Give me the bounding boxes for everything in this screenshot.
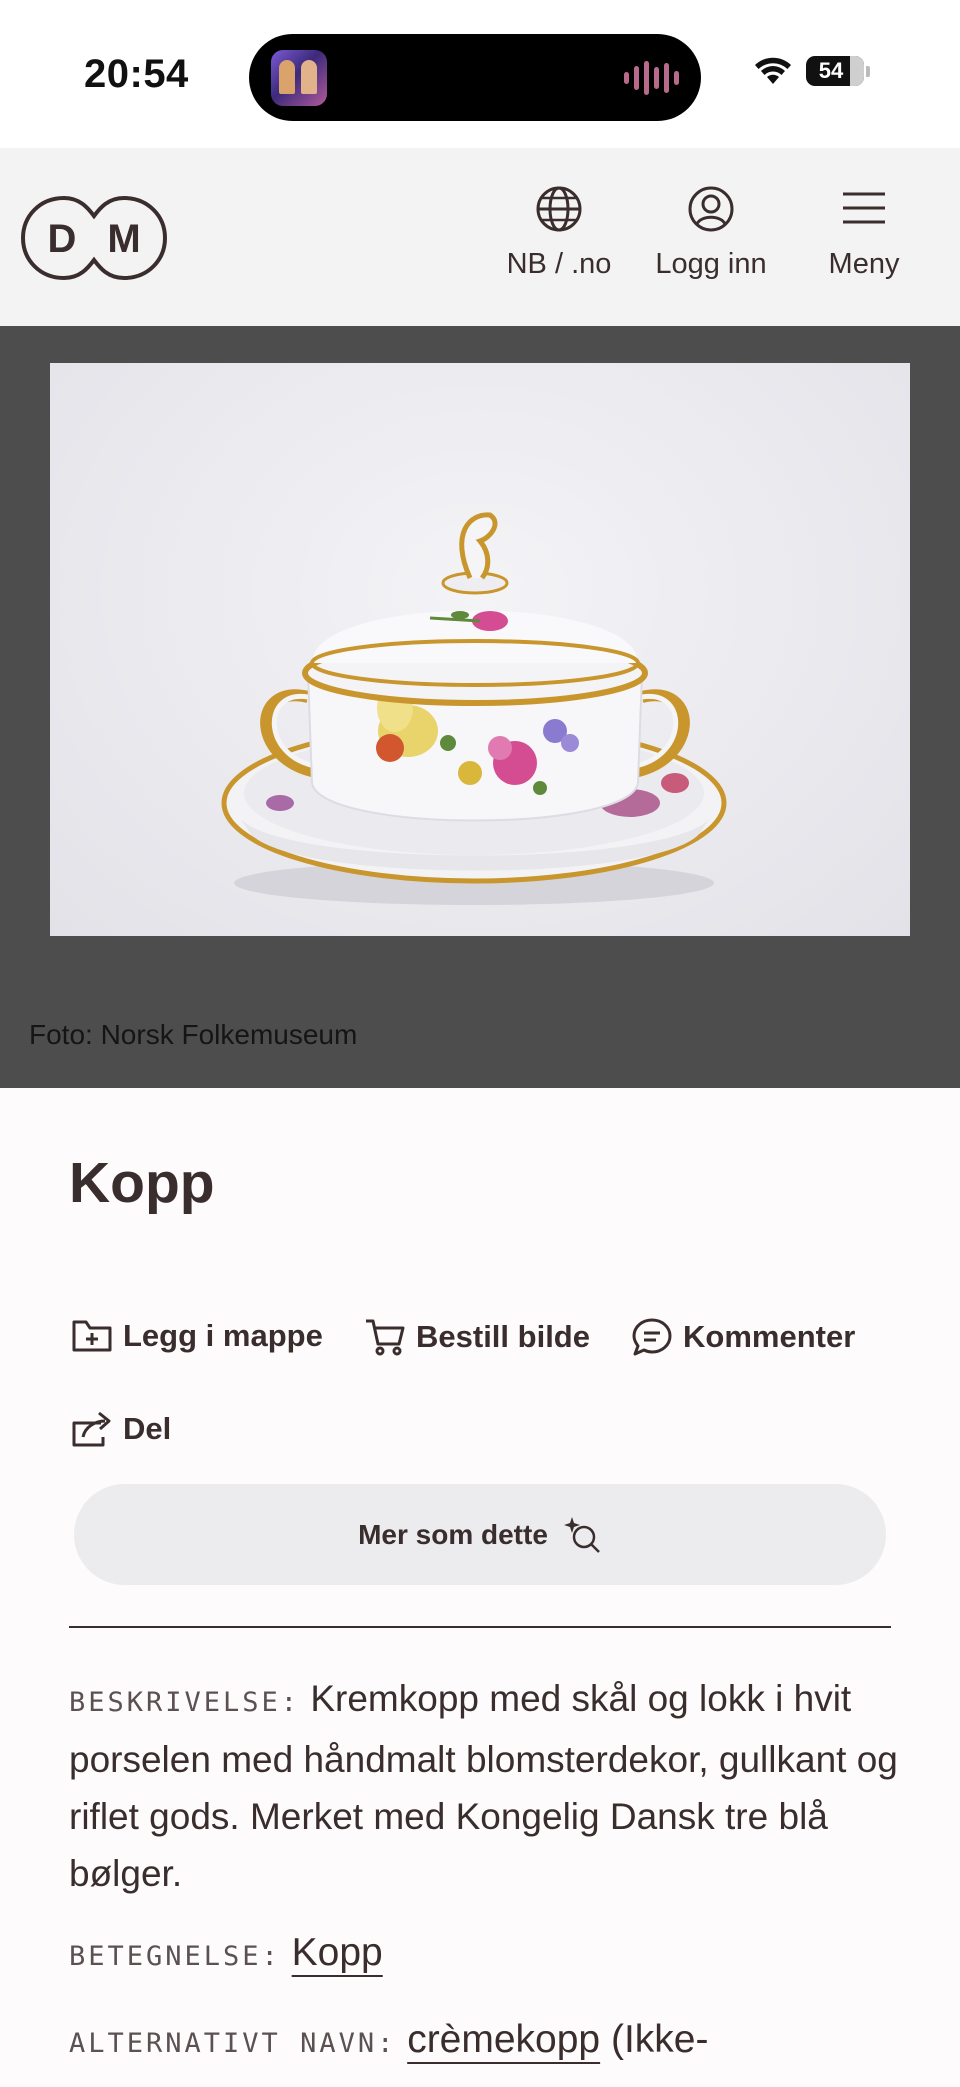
- now-playing-artwork: [271, 50, 327, 106]
- status-bar: 20:54 54: [0, 0, 960, 148]
- more-like-this-button[interactable]: Mer som dette: [74, 1484, 886, 1585]
- object-photo[interactable]: [50, 363, 910, 936]
- logo-letter-m: M: [107, 217, 140, 261]
- nav-menu-label: Meny: [828, 248, 900, 280]
- more-like-this-label: Mer som dette: [358, 1518, 548, 1550]
- alt-name-label: ALTERNATIVT NAVN:: [69, 2028, 397, 2059]
- nav-menu[interactable]: Meny: [794, 184, 934, 281]
- description: BESKRIVELSE: Kremkopp med skål og lokk i…: [69, 1670, 899, 1902]
- order-image-label: Bestill bilde: [416, 1319, 590, 1354]
- status-time: 20:54: [84, 52, 189, 96]
- globe-icon: [536, 186, 582, 232]
- dm-logo[interactable]: D M: [20, 194, 168, 282]
- nav-login-label: Logg inn: [655, 248, 767, 280]
- section-divider: [69, 1626, 891, 1628]
- alt-name-note: (Ikke-: [610, 2018, 709, 2061]
- wifi-icon: [755, 57, 791, 84]
- share-button[interactable]: Del: [71, 1409, 171, 1449]
- audio-waveform-icon: [624, 60, 679, 96]
- hamburger-menu-icon: [843, 192, 885, 224]
- porcelain-cup-illustration: [221, 512, 727, 905]
- nav-login[interactable]: Logg inn: [641, 184, 781, 281]
- logo-letter-d: D: [48, 217, 77, 261]
- designation-link[interactable]: Kopp: [292, 1931, 383, 1974]
- battery-nub: [866, 65, 870, 77]
- battery-icon: 54: [806, 56, 864, 86]
- object-details: Kopp Legg i mappe Bestill bilde Kommente…: [0, 1088, 960, 2087]
- alt-name-link[interactable]: crèmekopp: [407, 2018, 600, 2061]
- user-circle-icon: [688, 186, 734, 232]
- comment-label: Kommenter: [683, 1319, 856, 1354]
- sparkle-search-icon: [563, 1516, 600, 1553]
- nav-language[interactable]: NB / .no: [489, 184, 629, 281]
- comment-icon: [632, 1318, 672, 1356]
- image-viewer: Foto: Norsk Folkemuseum: [0, 326, 960, 1088]
- page-title: Kopp: [69, 1151, 215, 1215]
- add-to-folder-label: Legg i mappe: [123, 1318, 323, 1353]
- description-label: BESKRIVELSE:: [69, 1687, 301, 1718]
- order-image-button[interactable]: Bestill bilde: [364, 1316, 590, 1358]
- alt-name-row: ALTERNATIVT NAVN: crèmekopp (Ikke-: [69, 2018, 909, 2062]
- add-to-folder-button[interactable]: Legg i mappe: [71, 1316, 323, 1356]
- photo-credit: Foto: Norsk Folkemuseum: [29, 1019, 358, 1050]
- site-header: D M NB / .no Logg inn Meny: [0, 148, 960, 326]
- nav-language-label: NB / .no: [506, 248, 612, 280]
- comment-button[interactable]: Kommenter: [631, 1316, 855, 1358]
- cart-icon: [366, 1319, 405, 1356]
- designation-row: BETEGNELSE: Kopp: [69, 1931, 909, 1975]
- designation-label: BETEGNELSE:: [69, 1941, 281, 1972]
- dynamic-island[interactable]: [249, 34, 701, 121]
- folder-plus-icon: [72, 1320, 112, 1352]
- status-icons: 54: [754, 56, 870, 86]
- share-label: Del: [123, 1411, 172, 1446]
- share-icon: [72, 1411, 111, 1447]
